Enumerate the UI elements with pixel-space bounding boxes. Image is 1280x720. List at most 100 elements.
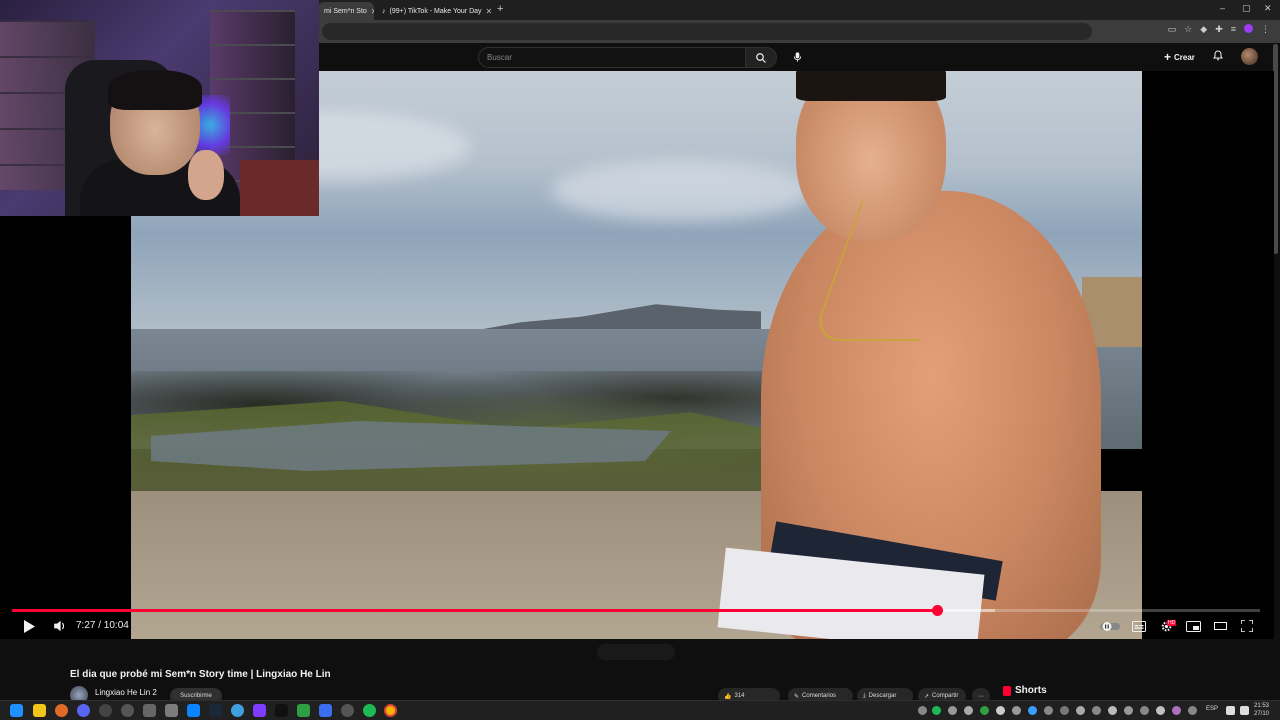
tray-app-icon[interactable] — [1060, 706, 1069, 715]
progress-scrubber[interactable] — [931, 605, 943, 616]
steam-icon[interactable] — [209, 704, 222, 717]
time-display: 7:27 / 10:04 — [76, 620, 129, 631]
chrome-icon[interactable] — [384, 704, 397, 717]
puzzle-icon[interactable]: ✚ — [1215, 24, 1223, 35]
app-icon-v[interactable] — [77, 704, 90, 717]
tray-app-icon[interactable] — [1012, 706, 1021, 715]
subtitles-icon — [1132, 620, 1146, 632]
start-button-icon[interactable] — [10, 704, 23, 717]
tray-app-icon[interactable] — [948, 706, 957, 715]
maximize-button[interactable]: ▢ — [1242, 3, 1251, 14]
comment-icon: ✎ — [794, 693, 800, 700]
tab-current-video[interactable]: mi Sem*n Sto ✕ — [318, 2, 374, 20]
profile-avatar[interactable] — [1244, 24, 1253, 33]
cast-icon[interactable]: ▭ — [1168, 24, 1177, 35]
tray-app-icon[interactable] — [996, 706, 1005, 715]
tray-app-icon[interactable] — [1044, 706, 1053, 715]
search-app-icon[interactable] — [55, 704, 68, 717]
extension-icon[interactable]: ◆ — [1200, 24, 1207, 35]
new-tab-button[interactable]: + — [497, 3, 503, 15]
network-icon[interactable] — [1226, 706, 1235, 715]
file-explorer-icon[interactable] — [33, 704, 46, 717]
create-button[interactable]: + Crear — [1164, 50, 1195, 64]
download-icon: ⤓ — [863, 692, 866, 699]
scroll-hint-pill — [597, 644, 675, 660]
webcam-streamer-hand — [188, 150, 224, 200]
menu-kebab-icon[interactable]: ⋮ — [1261, 24, 1270, 35]
tray-app-icon[interactable] — [1172, 706, 1181, 715]
tray-app-icon[interactable] — [1188, 706, 1197, 715]
app-icon-telegram[interactable] — [187, 704, 200, 717]
account-avatar[interactable] — [1241, 48, 1258, 65]
tray-chevron-icon[interactable] — [918, 706, 927, 715]
reading-list-icon[interactable]: ≡ — [1231, 24, 1236, 35]
bookmark-star-icon[interactable]: ☆ — [1184, 24, 1192, 35]
shorts-label: Shorts — [1015, 685, 1047, 696]
shorts-icon — [1003, 685, 1011, 696]
tray-app-icon[interactable] — [964, 706, 973, 715]
volume-tray-icon[interactable] — [1240, 706, 1249, 715]
play-icon — [24, 619, 35, 633]
share-icon: ↗ — [924, 693, 930, 700]
theater-mode-button[interactable] — [1212, 618, 1228, 634]
tray-app-icon[interactable] — [1092, 706, 1101, 715]
taskbar-clock[interactable]: 21:53 27/10 — [1254, 702, 1269, 718]
share-label: Compartir — [932, 693, 959, 699]
app-icon-blue[interactable] — [231, 704, 244, 717]
tab-label: mi Sem*n Sto — [324, 7, 367, 15]
app-icon-gallery[interactable] — [165, 704, 178, 717]
tray-app-icon[interactable] — [1028, 706, 1037, 715]
subtitles-button[interactable] — [1131, 618, 1147, 634]
create-label: Crear — [1174, 52, 1195, 62]
app-icon-gear[interactable] — [341, 704, 354, 717]
volume-icon — [53, 620, 64, 632]
miniplayer-button[interactable] — [1185, 618, 1201, 634]
tray-app-icon[interactable] — [1156, 706, 1165, 715]
tray-app-icon[interactable] — [1076, 706, 1085, 715]
close-tab-icon[interactable]: ✕ — [486, 7, 493, 16]
tray-app-icon[interactable] — [1108, 706, 1117, 715]
minimize-button[interactable]: – — [1220, 3, 1225, 13]
voice-search-button[interactable] — [787, 47, 807, 67]
app-icon-green[interactable] — [297, 704, 310, 717]
hd-badge: HD — [1167, 620, 1177, 626]
app-icon-ae[interactable] — [99, 704, 112, 717]
like-count: 314 — [734, 693, 745, 699]
tab-tiktok[interactable]: ♪ (99+) TikTok - Make Your Day ✕ — [376, 2, 494, 20]
play-button[interactable] — [21, 618, 37, 634]
download-label: Descargar — [868, 693, 897, 699]
address-bar[interactable] — [322, 23, 1092, 40]
video-cloud — [551, 161, 811, 221]
video-title: El dia que probé mi Sem*n Story time | L… — [70, 669, 331, 680]
autoplay-toggle[interactable] — [1100, 618, 1120, 634]
progress-played — [12, 609, 937, 612]
app-icon-obs[interactable] — [143, 704, 156, 717]
tray-app-icon[interactable] — [1140, 706, 1149, 715]
search-icon — [756, 52, 766, 63]
autoplay-toggle-icon — [1100, 621, 1120, 631]
tray-app-icon[interactable] — [1124, 706, 1133, 715]
shorts-shelf-header[interactable]: Shorts — [1003, 685, 1047, 696]
input-language[interactable]: ESP — [1206, 706, 1218, 712]
search-input[interactable]: Buscar — [478, 47, 746, 68]
tray-spotify-icon[interactable] — [932, 706, 941, 715]
channel-name[interactable]: Lingxiao He Lin 2 — [95, 688, 157, 697]
tab-label: (99+) TikTok - Make Your Day — [389, 7, 482, 15]
search-button[interactable] — [745, 47, 777, 68]
close-tab-icon[interactable]: ✕ — [371, 7, 374, 16]
windows-taskbar: ESP 21:53 27/10 — [0, 700, 1280, 720]
notifications-button[interactable] — [1212, 49, 1224, 67]
tiktok-app-icon[interactable] — [275, 704, 288, 717]
progress-bar[interactable] — [12, 605, 1260, 616]
app-icon-circle[interactable] — [121, 704, 134, 717]
close-window-button[interactable]: ✕ — [1264, 3, 1272, 14]
volume-button[interactable] — [51, 618, 68, 634]
miniplayer-icon — [1185, 620, 1201, 632]
webcam-floor — [240, 160, 319, 216]
tray-app-icon[interactable] — [980, 706, 989, 715]
app-icon-c[interactable] — [319, 704, 332, 717]
video-person-hair — [796, 71, 946, 101]
app-icon-purple[interactable] — [253, 704, 266, 717]
spotify-icon[interactable] — [363, 704, 376, 717]
fullscreen-button[interactable] — [1239, 618, 1255, 634]
